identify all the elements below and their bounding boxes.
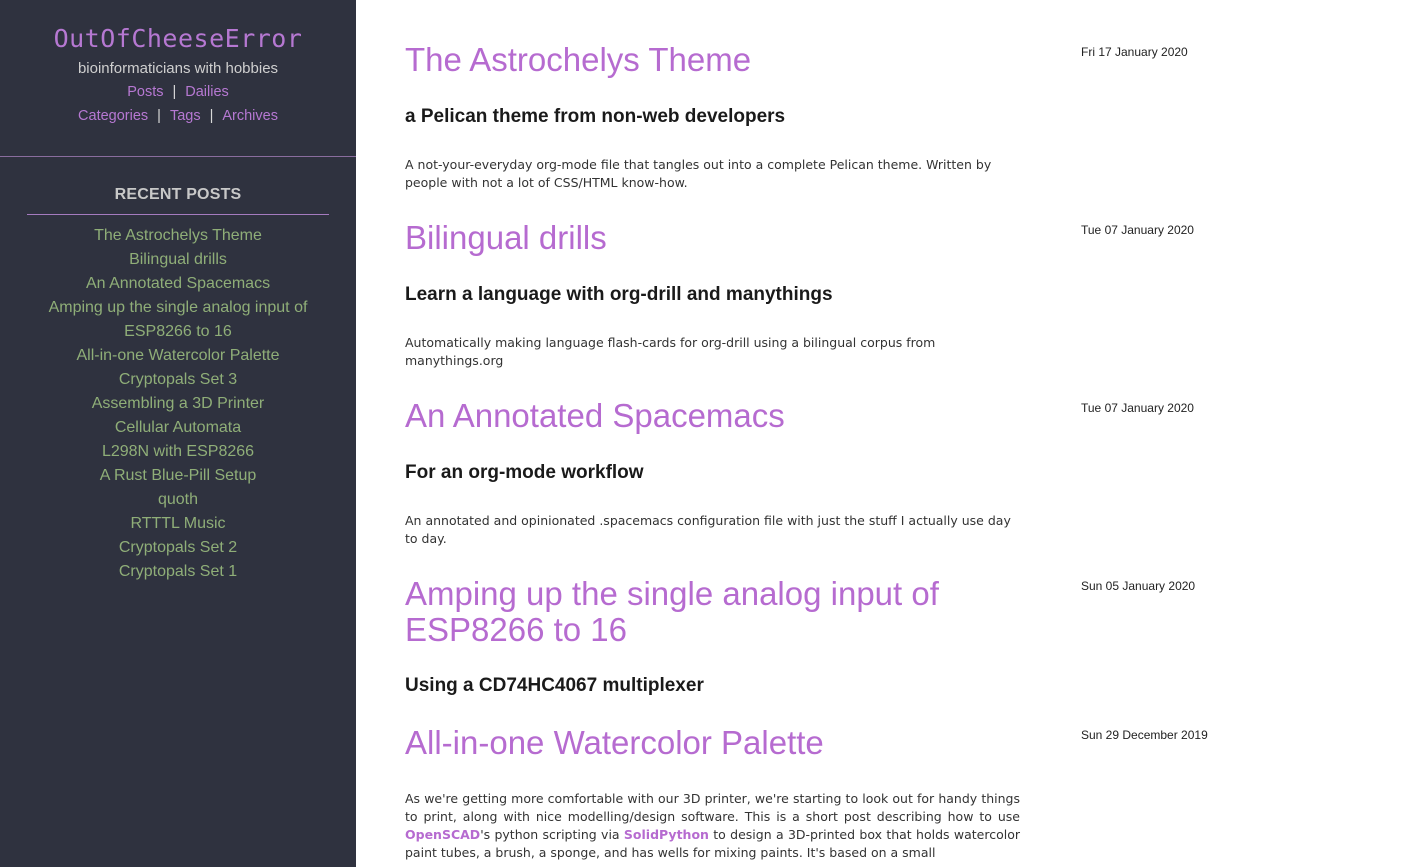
list-item: A Rust Blue-Pill Setup [27,464,329,488]
recent-posts-heading: RECENT POSTS [114,186,242,203]
list-item: The Astrochelys Theme [27,224,329,248]
recent-post-link[interactable]: quoth [27,488,329,512]
site-title-link[interactable]: OutOfCheeseError [0,24,356,53]
sidebar: OutOfCheeseError bioinformaticians with … [0,0,356,867]
recent-post-link[interactable]: Amping up the single analog input of ESP… [27,296,329,344]
post-subtitle: For an org-mode workflow [405,462,644,483]
list-item: Amping up the single analog input of ESP… [27,296,329,344]
recent-post-link[interactable]: Bilingual drills [27,248,329,272]
list-item: Cellular Automata [27,416,329,440]
post-summary: As we're getting more comfortable with o… [405,790,1020,862]
post-summary: A not-your-everyday org-mode file that t… [405,157,992,190]
summary-text: 's python scripting via [480,827,624,842]
post-entry: The Astrochelys Theme Fri 17 January 202… [405,42,1405,191]
post-entry: Amping up the single analog input of ESP… [405,576,1405,697]
recent-posts-underline [27,214,329,215]
openscad-link[interactable]: OpenSCAD [405,827,480,842]
recent-post-link[interactable]: Assembling a 3D Printer [27,392,329,416]
list-item: RTTTL Music [27,512,329,536]
post-title-link[interactable]: Bilingual drills [405,220,965,256]
post-subtitle: Learn a language with org-drill and many… [405,284,833,305]
post-list: The Astrochelys Theme Fri 17 January 202… [405,0,1405,867]
recent-post-link[interactable]: RTTTL Music [27,512,329,536]
post-title-link[interactable]: The Astrochelys Theme [405,42,965,78]
solidpython-link[interactable]: SolidPython [624,827,709,842]
post-title-link[interactable]: All-in-one Watercolor Palette [405,725,965,761]
post-date: Sun 05 January 2020 [1081,579,1196,593]
nav-separator: | [172,84,177,100]
post-date: Fri 17 January 2020 [1081,45,1188,59]
recent-post-link[interactable]: The Astrochelys Theme [27,224,329,248]
list-item: Cryptopals Set 2 [27,536,329,560]
post-date: Tue 07 January 2020 [1081,223,1194,237]
post-entry: Bilingual drills Tue 07 January 2020 Lea… [405,220,1405,369]
recent-post-link[interactable]: Cryptopals Set 2 [27,536,329,560]
main-nav-secondary: Categories | Tags | Archives [0,108,356,124]
post-date: Tue 07 January 2020 [1081,401,1194,415]
list-item: Cryptopals Set 3 [27,368,329,392]
nav-link-archives[interactable]: Archives [222,108,278,124]
main-nav-primary: Posts | Dailies [0,84,356,100]
list-item: Cryptopals Set 1 [27,560,329,584]
post-subtitle: Using a CD74HC4067 multiplexer [405,675,704,696]
post-subtitle: a Pelican theme from non-web developers [405,106,786,127]
summary-text: As we're getting more comfortable with o… [405,791,1020,824]
sidebar-divider [0,156,356,157]
list-item: Bilingual drills [27,248,329,272]
post-summary: Automatically making language flash-card… [405,335,936,368]
nav-link-tags[interactable]: Tags [170,108,201,124]
recent-post-link[interactable]: Cryptopals Set 3 [27,368,329,392]
post-title-link[interactable]: An Annotated Spacemacs [405,398,965,434]
nav-separator: | [157,108,161,124]
list-item: L298N with ESP8266 [27,440,329,464]
recent-post-link[interactable]: Cryptopals Set 1 [27,560,329,584]
site-tagline: bioinformaticians with hobbies [77,60,279,77]
post-date: Sun 29 December 2019 [1081,728,1208,742]
post-entry: An Annotated Spacemacs Tue 07 January 20… [405,398,1405,547]
recent-post-link[interactable]: An Annotated Spacemacs [27,272,329,296]
post-summary: An annotated and opinionated .spacemacs … [405,513,1011,546]
nav-separator: | [209,108,214,124]
list-item: Assembling a 3D Printer [27,392,329,416]
nav-link-dailies[interactable]: Dailies [185,84,229,100]
nav-link-categories[interactable]: Categories [78,108,148,124]
recent-post-link[interactable]: A Rust Blue-Pill Setup [27,464,329,488]
post-title-link[interactable]: Amping up the single analog input of ESP… [405,576,965,648]
recent-posts-list: The Astrochelys Theme Bilingual drills A… [27,224,329,584]
recent-post-link[interactable]: All-in-one Watercolor Palette [27,344,329,368]
list-item: quoth [27,488,329,512]
list-item: All-in-one Watercolor Palette [27,344,329,368]
nav-link-posts[interactable]: Posts [127,84,163,100]
post-entry: All-in-one Watercolor Palette Sun 29 Dec… [405,725,1405,861]
recent-post-link[interactable]: L298N with ESP8266 [27,440,329,464]
recent-post-link[interactable]: Cellular Automata [27,416,329,440]
list-item: An Annotated Spacemacs [27,272,329,296]
